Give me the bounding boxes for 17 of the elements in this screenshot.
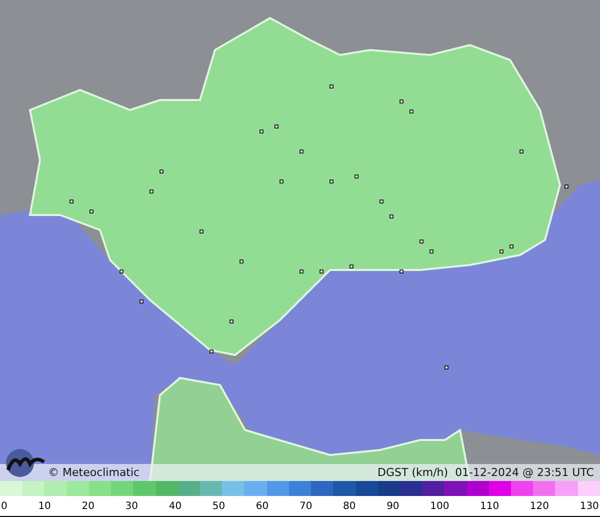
credit-text: © Meteoclimatic: [48, 466, 140, 480]
scale-label: 30: [125, 500, 138, 512]
scale-label: 70: [299, 500, 312, 512]
scale-label: 100: [430, 500, 450, 512]
scale-label: 40: [168, 500, 182, 512]
scale-label: 50: [212, 500, 226, 512]
scale-label: 0: [1, 500, 8, 512]
scale-label: 130: [580, 500, 599, 512]
scale-label: 20: [82, 500, 94, 512]
logo-icon: [4, 448, 46, 478]
caption-text: DGST (km/h) 01-12-2024 @ 23:51 UTC: [378, 466, 594, 480]
scale-label: 60: [256, 500, 269, 512]
scale-label: 120: [530, 500, 550, 512]
scale-label: 80: [343, 500, 356, 512]
scale-label: 90: [386, 500, 400, 512]
scale-label: 110: [480, 500, 500, 512]
scale-label: 10: [38, 500, 51, 512]
